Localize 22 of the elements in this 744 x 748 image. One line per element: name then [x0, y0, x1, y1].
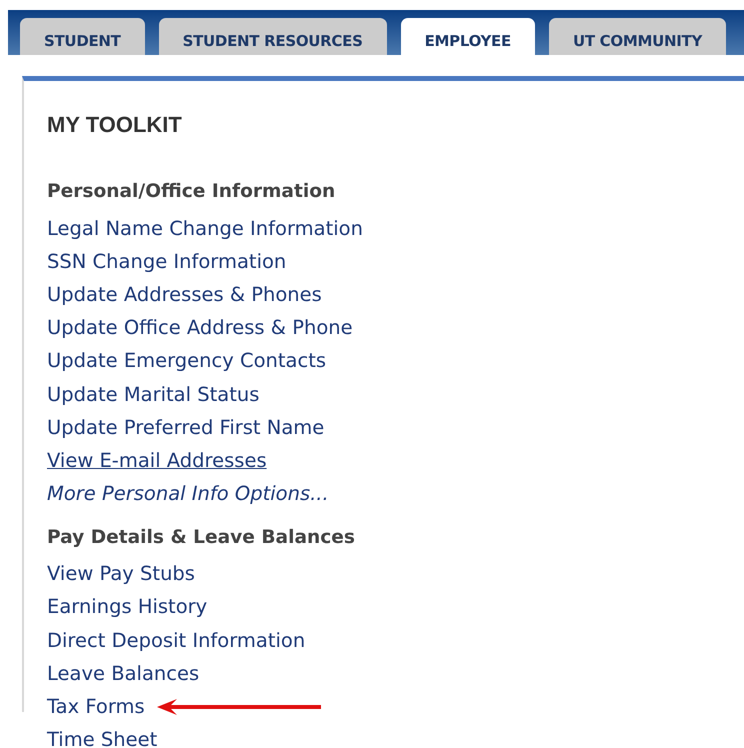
- toolkit-link[interactable]: More Personal Info Options...: [47, 483, 329, 506]
- tab[interactable]: STUDENT: [20, 18, 145, 55]
- toolkit-title: MY TOOLKIT: [47, 112, 183, 138]
- toolkit-link[interactable]: View Pay Stubs: [47, 563, 195, 586]
- toolkit-link[interactable]: Update Preferred First Name: [47, 416, 324, 439]
- section-heading: Pay Details & Leave Balances: [47, 526, 356, 550]
- toolkit-link[interactable]: Tax Forms: [47, 696, 145, 718]
- tab[interactable]: UT COMMUNITY: [548, 18, 726, 55]
- toolkit-link[interactable]: Update Addresses & Phones: [47, 284, 322, 306]
- toolkit-link[interactable]: View E-mail Addresses: [47, 450, 267, 472]
- toolkit-link[interactable]: Leave Balances: [47, 662, 200, 685]
- toolkit-link[interactable]: Direct Deposit Information: [47, 630, 306, 652]
- toolkit-link[interactable]: SSN Change Information: [47, 250, 286, 273]
- toolkit-link[interactable]: Earnings History: [47, 596, 208, 618]
- toolkit-link[interactable]: Update Emergency Contacts: [47, 350, 326, 372]
- section-heading: Personal/Office Information: [47, 180, 336, 204]
- tab[interactable]: STUDENT RESOURCES: [158, 18, 387, 55]
- toolkit-link[interactable]: Legal Name Change Information: [47, 218, 363, 240]
- toolkit-link[interactable]: Update Marital Status: [47, 384, 260, 406]
- toolkit-link[interactable]: Time Sheet: [47, 729, 158, 748]
- toolkit-link[interactable]: Update Office Address & Phone: [47, 317, 353, 340]
- tab[interactable]: EMPLOYEE: [400, 18, 535, 55]
